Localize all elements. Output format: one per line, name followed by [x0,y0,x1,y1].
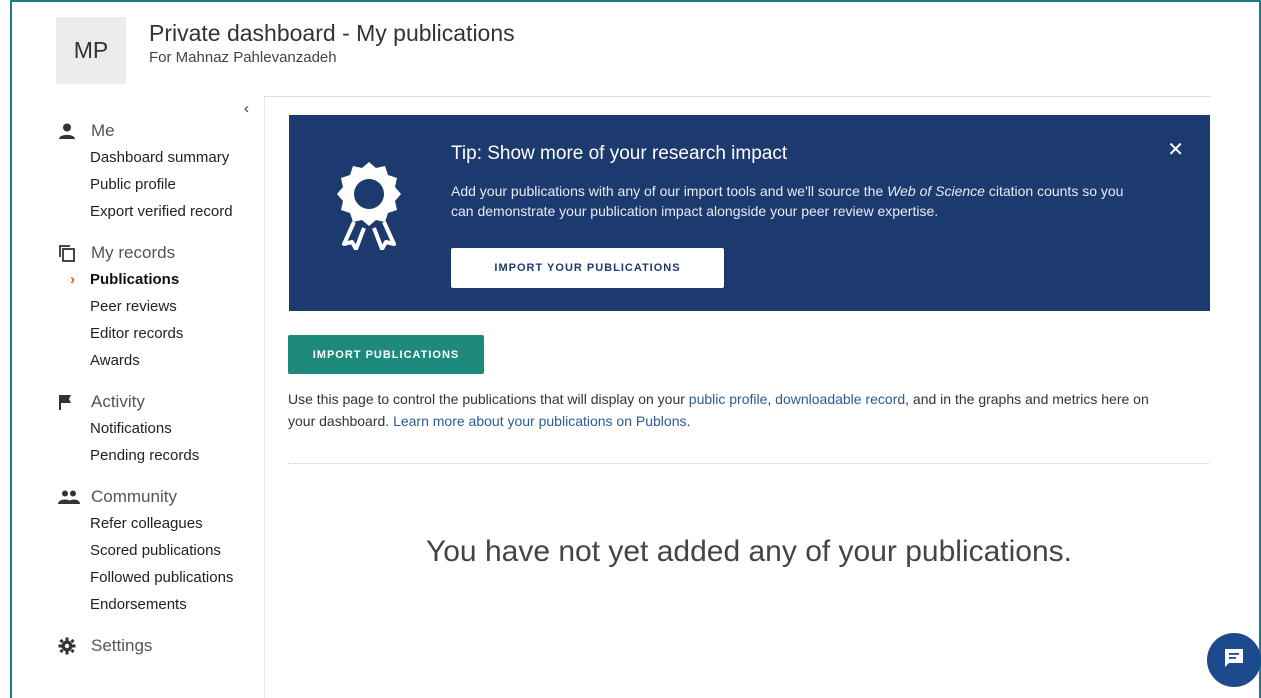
desc-text: Use this page to control the publication… [288,391,689,407]
sidebar-section-my-records: My records › Publications Peer reviews Ed… [56,240,261,374]
tip-title: Tip: Show more of your research impact [451,143,788,164]
people-icon [58,486,82,508]
sidebar-section-label: Activity [91,392,145,411]
collapse-sidebar-button[interactable]: ‹ [244,100,249,117]
sidebar-section-label: Community [91,487,177,506]
sidebar-section-label: My records [91,243,176,262]
sidebar-item-followed-publications[interactable]: Followed publications [56,564,261,591]
records-icon [58,242,82,264]
close-icon[interactable]: ✕ [1167,137,1184,162]
gear-icon [58,635,82,657]
sidebar-section-activity: Activity Notifications Pending records [56,389,261,469]
sidebar-section-label: Settings [91,636,153,655]
sidebar-item-editor-records[interactable]: Editor records [56,320,261,347]
learn-more-link[interactable]: Learn more about your publications on Pu… [393,413,686,429]
sidebar-section-community: Community Refer colleagues Scored public… [56,484,261,618]
page-header: MP Private dashboard - My publications F… [56,17,515,85]
window-frame-top [10,0,1261,2]
sidebar-section-head: My records [56,240,261,266]
sidebar-section-head: Settings [56,633,261,659]
sidebar-item-pending-records[interactable]: Pending records [56,442,261,469]
sidebar: Me Dashboard summary Public profile Expo… [56,118,261,674]
chat-icon [1222,646,1246,675]
header-text: Private dashboard - My publications For … [149,20,515,67]
sidebar-item-publications[interactable]: › Publications [56,266,261,293]
page-title: Private dashboard - My publications [149,20,515,46]
sidebar-item-endorsements[interactable]: Endorsements [56,591,261,618]
publications-description: Use this page to control the publication… [288,388,1168,432]
window-frame-left [10,0,12,698]
import-publications-button[interactable]: IMPORT PUBLICATIONS [288,335,484,374]
person-icon [58,120,82,142]
flag-icon [58,391,82,413]
chat-button[interactable] [1207,633,1261,687]
tip-banner: Tip: Show more of your research impact A… [289,115,1210,311]
sidebar-section-head: Activity [56,389,261,415]
sidebar-item-scored-publications[interactable]: Scored publications [56,537,261,564]
header-divider [264,96,1211,97]
sidebar-item-dashboard-summary[interactable]: Dashboard summary [56,144,261,171]
sidebar-item-awards[interactable]: Awards [56,347,261,374]
chevron-right-icon: › [70,271,75,288]
desc-text: , [767,391,776,407]
page-subtitle: For Mahnaz Pahlevanzadeh [149,49,337,67]
empty-state-message: You have not yet added any of your publi… [425,535,1073,568]
tip-body-text: Add your publications with any of our im… [451,183,888,199]
import-your-publications-button[interactable]: IMPORT YOUR PUBLICATIONS [451,248,724,288]
sidebar-divider [264,97,265,698]
downloadable-record-link[interactable]: downloadable record [775,391,905,407]
sidebar-section-settings[interactable]: Settings [56,633,261,659]
sidebar-item-refer-colleagues[interactable]: Refer colleagues [56,510,261,537]
award-ribbon-icon [334,160,404,251]
sidebar-item-label: Publications [90,271,180,288]
sidebar-item-public-profile[interactable]: Public profile [56,171,261,198]
sidebar-item-export-verified-record[interactable]: Export verified record [56,198,261,225]
sidebar-item-peer-reviews[interactable]: Peer reviews [56,293,261,320]
avatar[interactable]: MP [56,17,126,84]
desc-text: . [686,413,691,429]
content-divider [288,463,1210,464]
sidebar-section-me: Me Dashboard summary Public profile Expo… [56,118,261,225]
tip-body: Add your publications with any of our im… [451,181,1131,221]
sidebar-section-label: Me [91,121,115,140]
public-profile-link[interactable]: public profile [689,391,768,407]
sidebar-item-notifications[interactable]: Notifications [56,415,261,442]
sidebar-section-head: Me [56,118,261,144]
tip-body-emphasis: Web of Science [887,183,985,199]
sidebar-section-head: Community [56,484,261,510]
